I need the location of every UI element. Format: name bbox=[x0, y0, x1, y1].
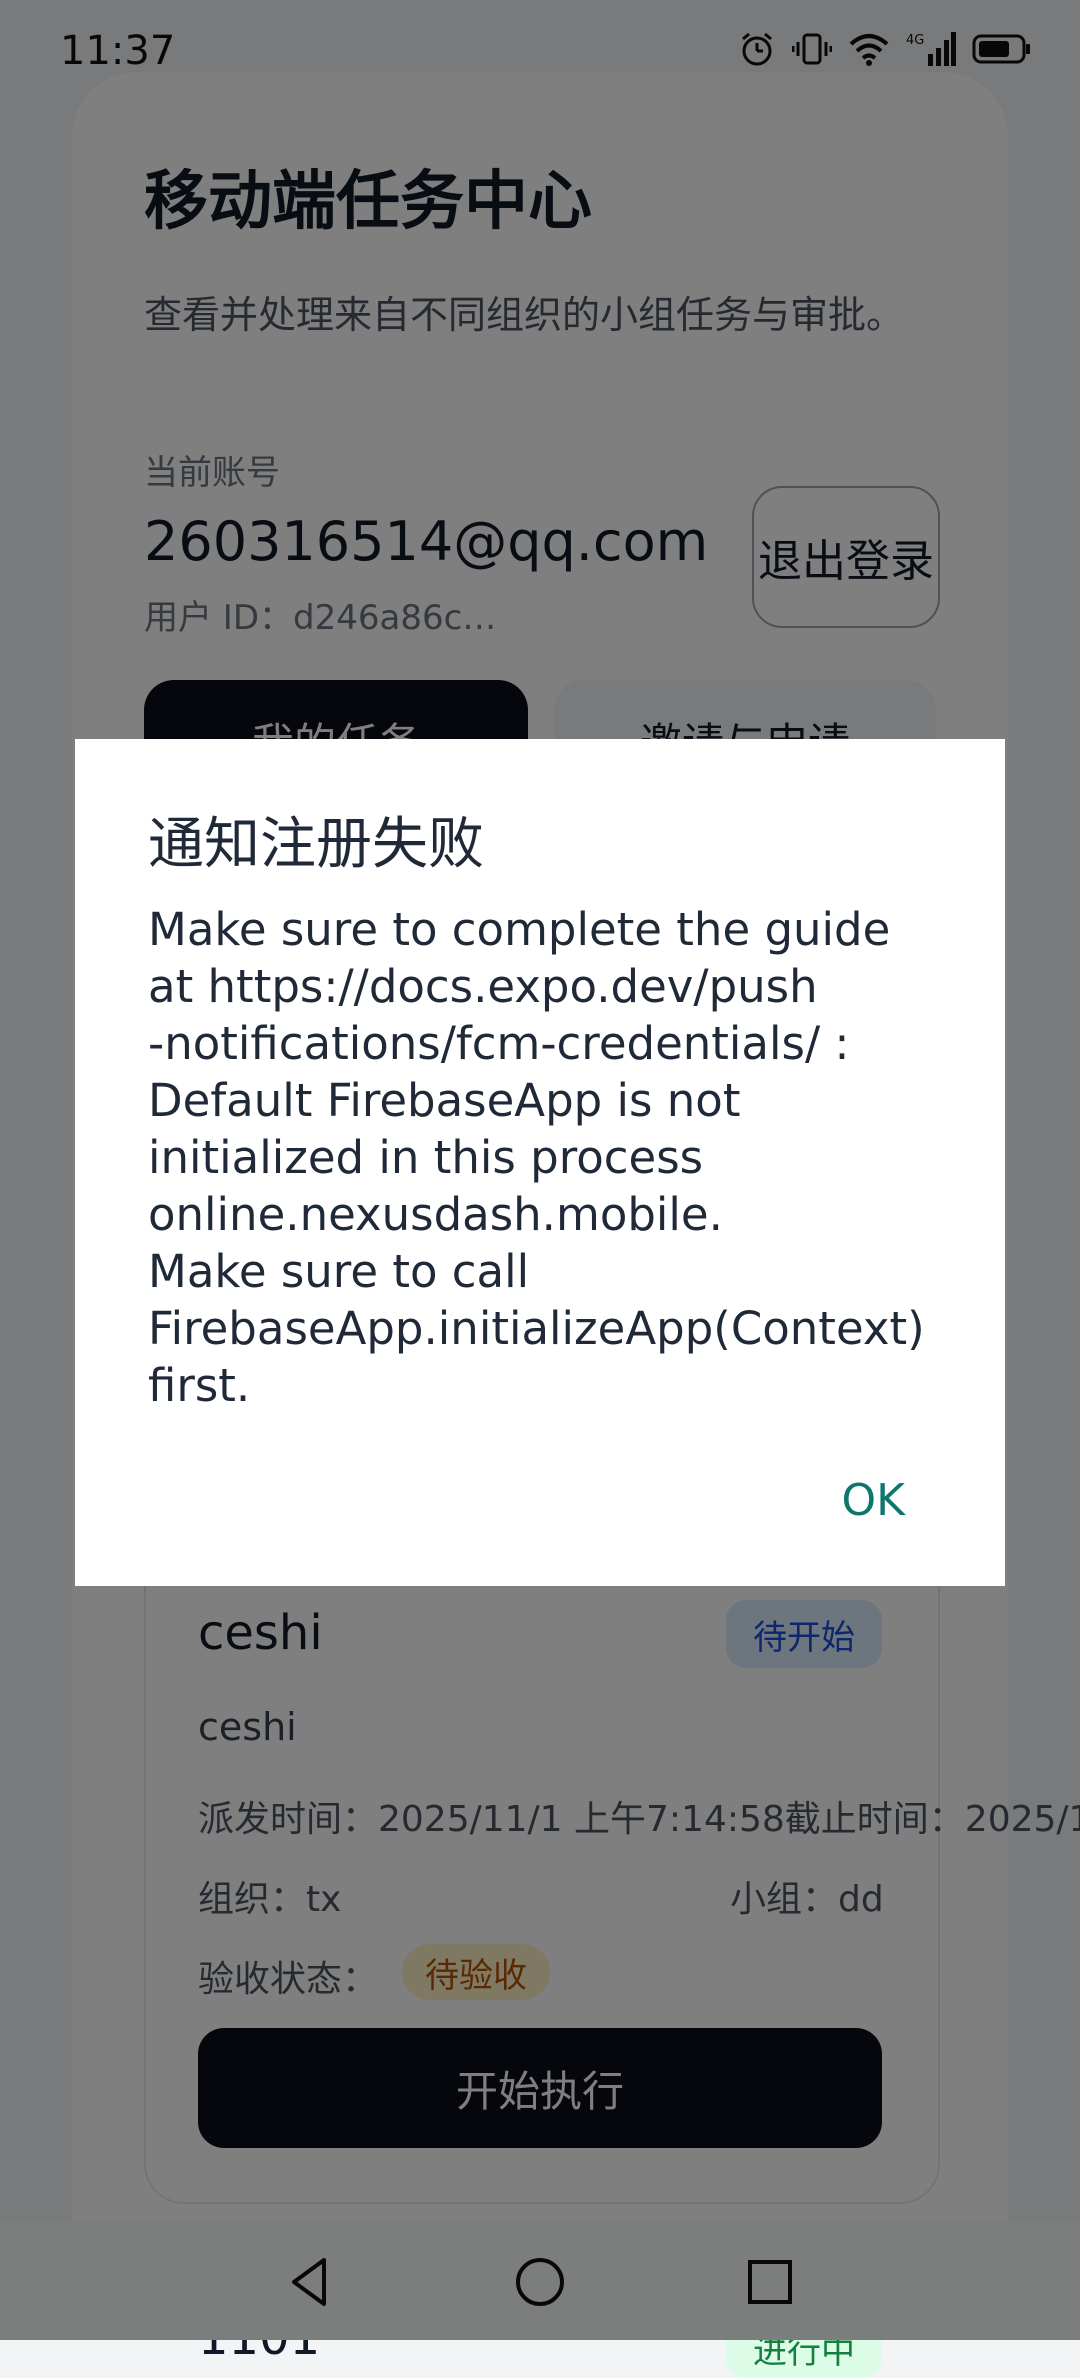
dialog-message-line: initialized in this process bbox=[148, 1131, 704, 1184]
dialog-message-line: Make sure to call bbox=[148, 1245, 530, 1298]
dialog-message-line: Make sure to complete the guide bbox=[148, 903, 891, 956]
dialog-message-line: first. bbox=[148, 1359, 251, 1412]
dialog-message: Make sure to complete the guide at https… bbox=[148, 901, 938, 1414]
dialog-message-line: online.nexusdash.mobile. bbox=[148, 1188, 723, 1241]
dialog-title: 通知注册失败 bbox=[148, 812, 484, 877]
dialog-message-line: FirebaseApp.initializeApp(Context) bbox=[148, 1302, 925, 1355]
dialog-message-line: Default FirebaseApp is not bbox=[148, 1074, 741, 1127]
ok-button[interactable]: OK bbox=[842, 1475, 906, 1526]
dialog-message-line: at https://docs.expo.dev/push bbox=[148, 960, 818, 1013]
dialog-message-line: -notifications/fcm-credentials/ : bbox=[148, 1017, 850, 1070]
error-dialog: 通知注册失败 Make sure to complete the guide a… bbox=[75, 739, 1005, 1586]
